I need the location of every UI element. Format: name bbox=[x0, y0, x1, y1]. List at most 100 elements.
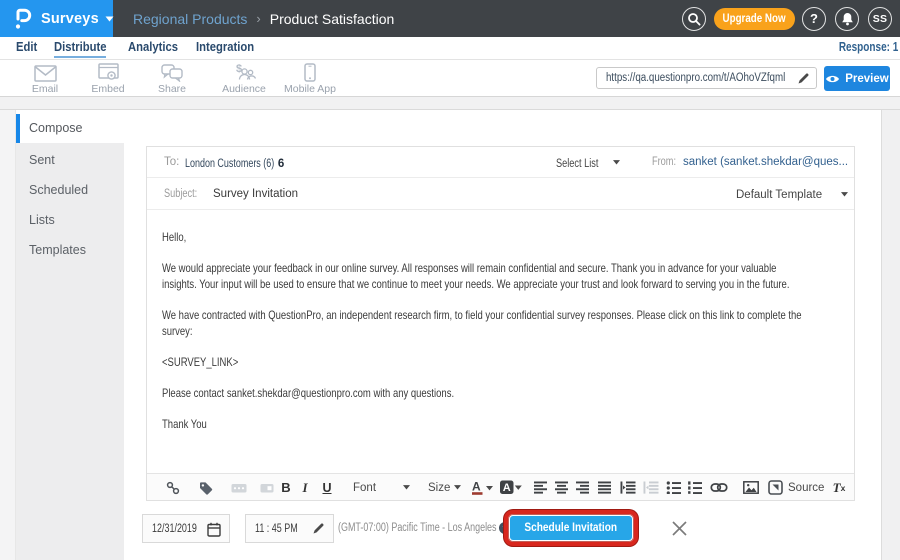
select-list-dropdown[interactable]: Select List bbox=[556, 147, 598, 180]
channel-audience[interactable]: $ Audience bbox=[206, 62, 282, 95]
sidebar-item-compose-label: Compose bbox=[29, 121, 83, 135]
upgrade-now-button[interactable]: Upgrade Now bbox=[714, 8, 795, 30]
scrollbar-track[interactable] bbox=[881, 110, 900, 560]
subject-value[interactable]: Survey Invitation bbox=[213, 178, 298, 210]
avatar[interactable]: SS bbox=[868, 7, 892, 31]
svg-text:$: $ bbox=[236, 63, 242, 75]
align-left-icon[interactable] bbox=[534, 474, 548, 501]
content-divider-band bbox=[0, 97, 900, 110]
from-label: From: bbox=[652, 147, 676, 178]
align-right-icon[interactable] bbox=[576, 474, 590, 501]
tab-edit[interactable]: Edit bbox=[16, 39, 38, 58]
template-dropdown[interactable]: Default Template bbox=[736, 178, 822, 211]
channel-mobile-app-label: Mobile App bbox=[272, 83, 348, 95]
tab-analytics[interactable]: Analytics bbox=[128, 39, 178, 58]
from-label-text: From: bbox=[652, 147, 671, 178]
tab-distribute[interactable]: Distribute bbox=[54, 39, 106, 58]
template-caret-icon[interactable] bbox=[841, 192, 848, 197]
tag-icon[interactable] bbox=[199, 474, 214, 501]
indent-decrease-icon[interactable] bbox=[643, 474, 659, 501]
bold-button[interactable]: B bbox=[281, 474, 290, 501]
eye-icon bbox=[825, 74, 840, 84]
preview-button[interactable]: Preview bbox=[824, 66, 890, 91]
calendar-icon[interactable] bbox=[207, 522, 221, 537]
close-icon[interactable] bbox=[671, 520, 688, 537]
widget-field-icon[interactable] bbox=[231, 474, 247, 501]
align-center-icon[interactable] bbox=[555, 474, 569, 501]
sidebar-item-templates-label: Templates bbox=[29, 243, 86, 257]
select-list-caret-icon[interactable] bbox=[613, 160, 620, 165]
compose-card: To: London Customers (6)6 Select List Fr… bbox=[146, 146, 855, 501]
source-button[interactable]: Source bbox=[768, 474, 824, 501]
size-dropdown-label: Size bbox=[428, 482, 450, 494]
insert-link-icon[interactable] bbox=[711, 474, 728, 501]
product-switcher[interactable]: Surveys bbox=[0, 0, 113, 37]
mobile-app-icon bbox=[272, 62, 348, 82]
tab-distribute-label: Distribute bbox=[54, 39, 101, 56]
sidebar-item-templates[interactable]: Templates bbox=[16, 235, 124, 265]
size-caret-icon bbox=[454, 474, 461, 501]
editor-toolbar: B I U Font Size A A Source Tx bbox=[147, 473, 854, 500]
avatar-initials: SS bbox=[873, 13, 888, 25]
source-label: Source bbox=[788, 482, 824, 494]
schedule-time-value: 11 : 45 PM bbox=[255, 523, 288, 535]
sidebar-item-sent[interactable]: Sent bbox=[16, 145, 124, 175]
breadcrumb-parent[interactable]: Regional Products bbox=[133, 11, 247, 27]
remove-format-button[interactable]: Tx bbox=[833, 474, 846, 501]
channel-mobile-app[interactable]: Mobile App bbox=[272, 62, 348, 95]
bulleted-list-icon[interactable] bbox=[667, 474, 682, 501]
align-justify-icon[interactable] bbox=[598, 474, 612, 501]
response-count[interactable]: Response: 1 bbox=[827, 40, 886, 54]
body-paragraph: We would appreciate your feedback in our… bbox=[162, 260, 854, 292]
numbered-list-icon[interactable] bbox=[688, 474, 703, 501]
question-mark-icon: ? bbox=[810, 11, 818, 26]
from-value[interactable]: sanket (sanket.shekdar@ques... bbox=[683, 147, 848, 178]
sidebar-item-sent-label: Sent bbox=[29, 153, 55, 167]
audience-icon: $ bbox=[206, 62, 282, 82]
to-label: To: bbox=[164, 147, 179, 178]
chevron-down-icon bbox=[105, 16, 114, 22]
product-menu-label: Surveys bbox=[41, 11, 99, 27]
channel-share-label: Share bbox=[134, 83, 210, 95]
to-recipient[interactable]: London Customers (6)6 bbox=[185, 147, 284, 180]
size-dropdown[interactable]: Size bbox=[428, 474, 450, 501]
widget-button-icon[interactable] bbox=[260, 474, 274, 501]
select-list-label: Select List bbox=[556, 149, 590, 180]
top-navbar: Surveys Regional Products › Product Sati… bbox=[0, 0, 900, 37]
notifications-button[interactable] bbox=[835, 7, 859, 31]
help-button[interactable]: ? bbox=[802, 7, 826, 31]
survey-tabbar: Edit Distribute Analytics Integration Re… bbox=[0, 37, 900, 60]
edit-url-pencil-icon[interactable] bbox=[797, 72, 810, 85]
body-paragraph: Thank You bbox=[162, 416, 854, 432]
timezone-label: (GMT-07:00) Pacific Time - Los Angeles bbox=[338, 515, 496, 542]
schedule-date-field[interactable]: 12/31/2019 bbox=[142, 514, 230, 543]
indent-increase-icon[interactable] bbox=[620, 474, 636, 501]
survey-url-value: https://qa.questionpro.com/t/AOhoVZfqml bbox=[606, 68, 758, 88]
sidebar-item-lists[interactable]: Lists bbox=[16, 205, 124, 235]
preview-label: Preview bbox=[845, 73, 888, 85]
schedule-invitation-button[interactable]: Schedule Invitation bbox=[510, 516, 632, 540]
body-paragraph: Please contact sanket.shekdar@questionpr… bbox=[162, 385, 854, 401]
edit-time-pencil-icon[interactable] bbox=[312, 522, 325, 535]
survey-url-field[interactable]: https://qa.questionpro.com/t/AOhoVZfqml bbox=[596, 67, 817, 89]
sidebar-item-scheduled[interactable]: Scheduled bbox=[16, 175, 124, 205]
response-count-label: Response: 1 bbox=[839, 40, 886, 54]
insert-image-icon[interactable] bbox=[743, 474, 759, 501]
tab-integration[interactable]: Integration bbox=[196, 39, 255, 58]
italic-button[interactable]: I bbox=[302, 474, 307, 501]
annotation-highlight-ring: Schedule Invitation bbox=[504, 510, 638, 546]
upgrade-now-label: Upgrade Now bbox=[723, 13, 786, 25]
schedule-time-field[interactable]: 11 : 45 PM bbox=[245, 514, 334, 543]
anchor-icon[interactable] bbox=[166, 474, 180, 501]
text-color-button[interactable]: A bbox=[472, 474, 494, 501]
search-button[interactable] bbox=[682, 7, 706, 31]
email-body-editor[interactable]: Hello, We would appreciate your feedback… bbox=[147, 210, 854, 473]
svg-text:A: A bbox=[472, 480, 481, 494]
font-dropdown[interactable]: Font bbox=[353, 474, 376, 501]
channel-share[interactable]: Share bbox=[134, 62, 210, 95]
sidebar-item-compose[interactable]: Compose bbox=[16, 114, 124, 143]
background-color-button[interactable]: A bbox=[500, 474, 522, 501]
compose-sidebar: Compose Sent Scheduled Lists Templates bbox=[16, 114, 124, 560]
sidebar-item-lists-label: Lists bbox=[29, 213, 55, 227]
underline-button[interactable]: U bbox=[322, 474, 331, 501]
